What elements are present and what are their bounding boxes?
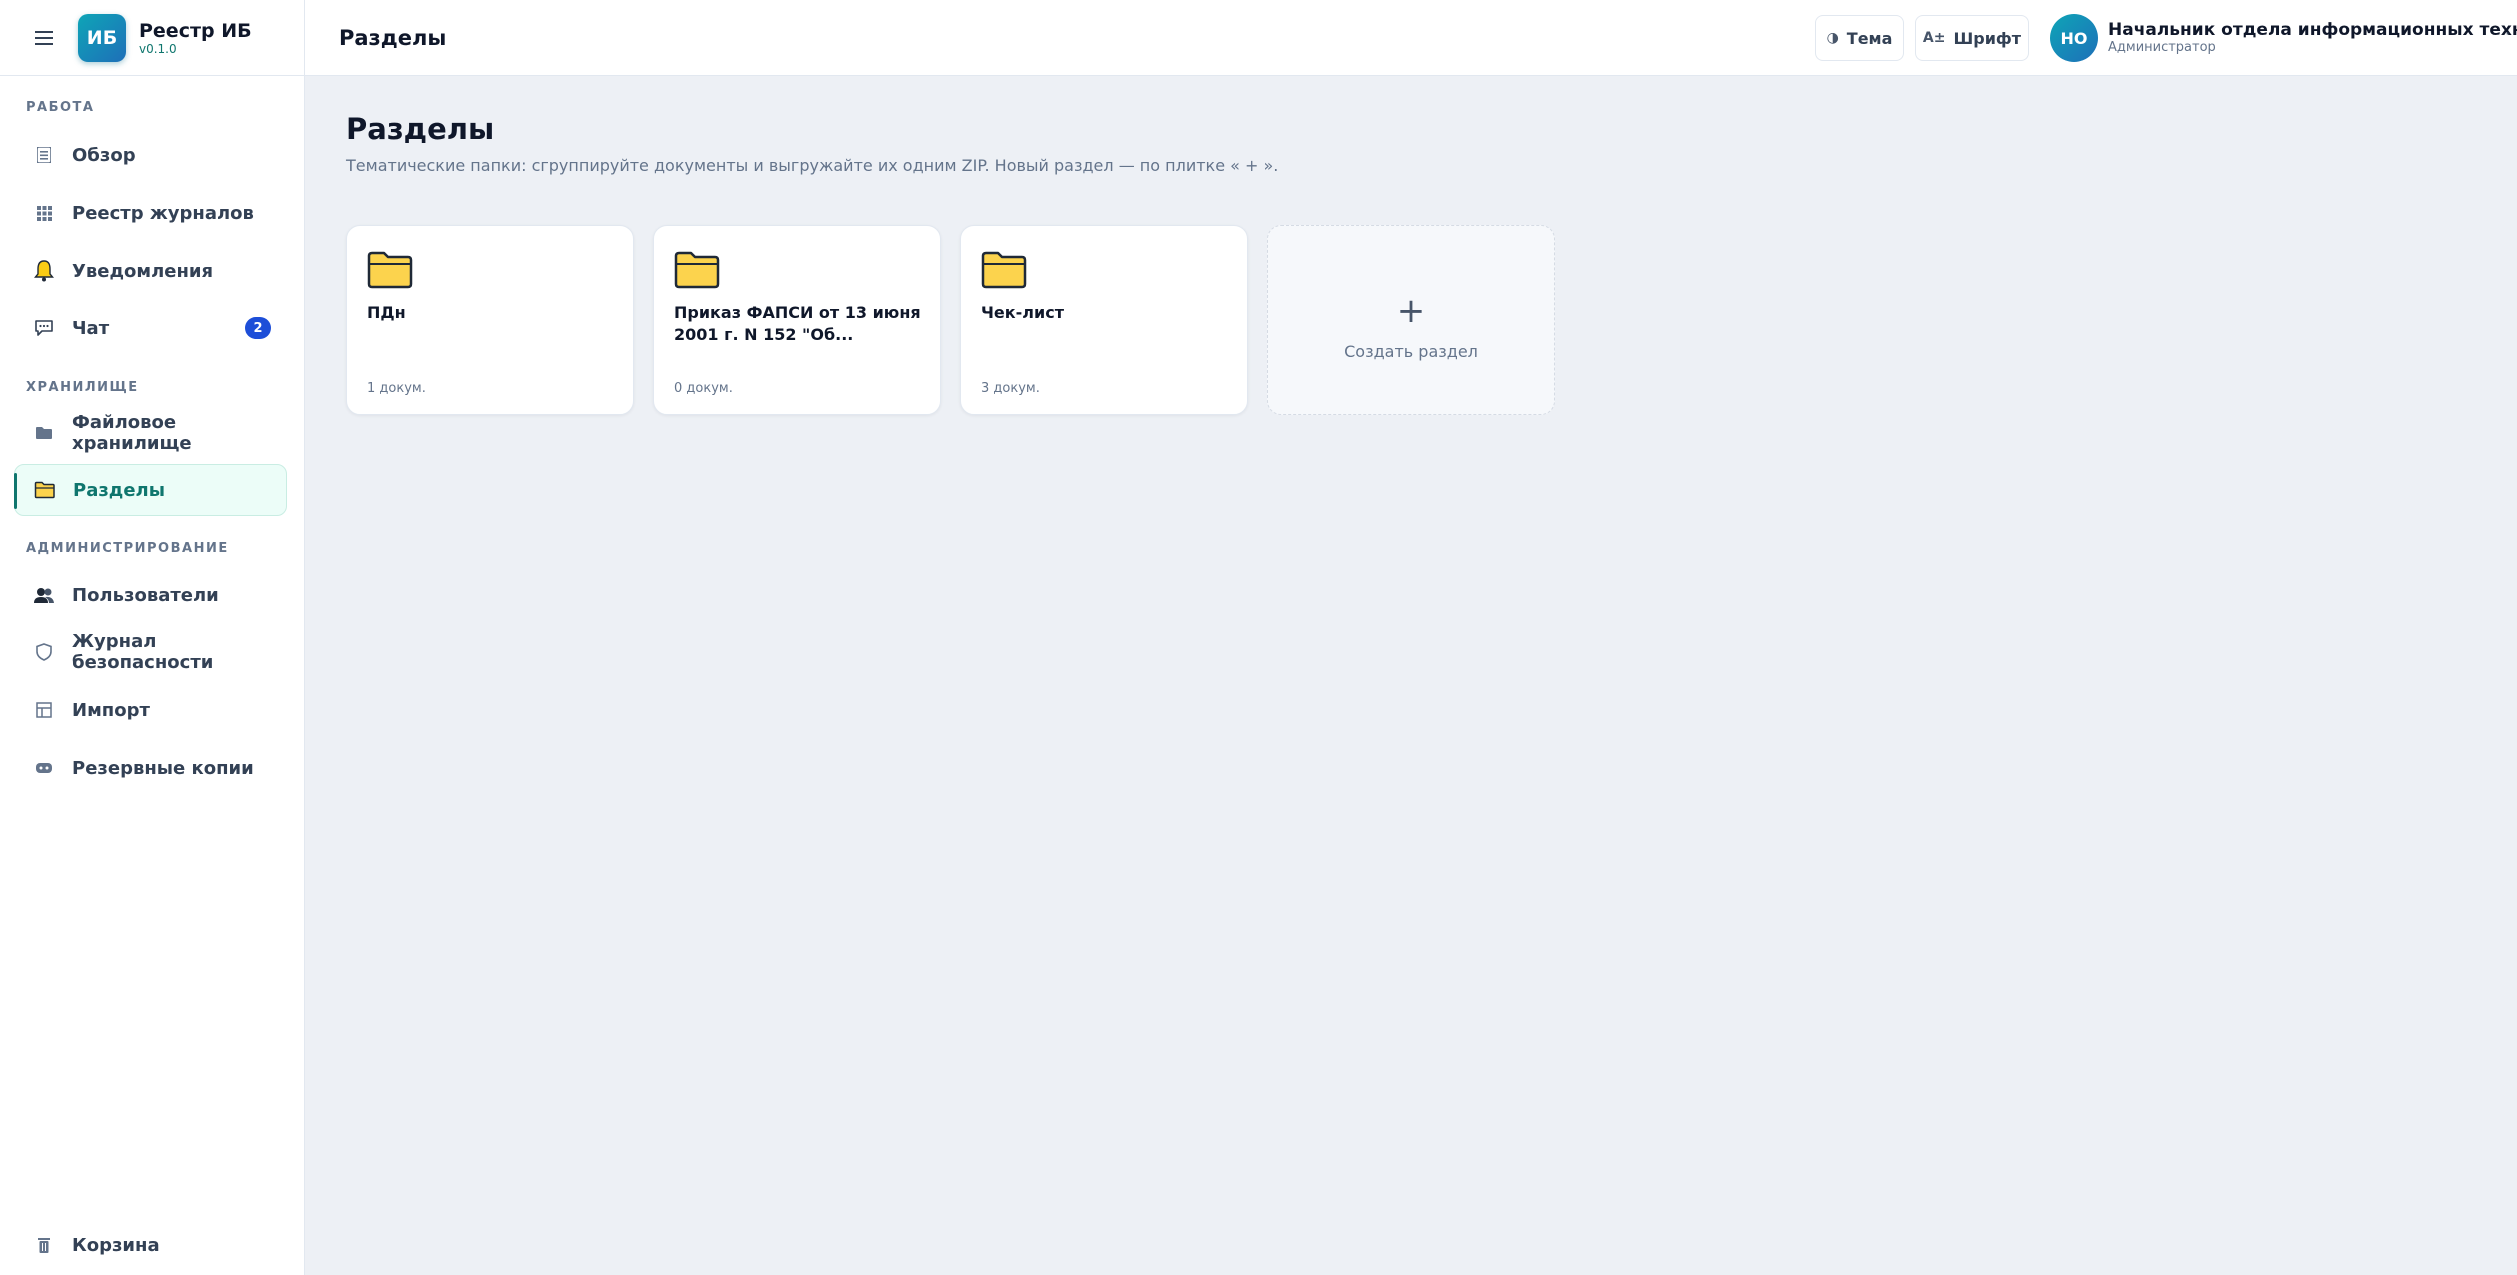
sidebar: ИБ Реестр ИБ v0.1.0 РАБОТА Обзор Реестр …	[0, 0, 305, 1275]
section-title-admin: АДМИНИСТРИРОВАНИЕ	[26, 541, 229, 556]
section-title-work: РАБОТА	[26, 100, 95, 115]
sidebar-item-users[interactable]: Пользователи	[14, 569, 287, 621]
bell-icon	[32, 259, 56, 283]
folder-open-icon	[33, 478, 57, 502]
sidebar-item-import[interactable]: Импорт	[14, 684, 287, 736]
sidebar-item-trash[interactable]: Корзина	[14, 1219, 287, 1271]
list-icon	[32, 143, 56, 167]
folder-icon	[367, 251, 413, 289]
font-button[interactable]: A± Шрифт	[1915, 15, 2029, 61]
trash-icon	[32, 1233, 56, 1257]
section-card-name: ПДн	[367, 303, 406, 322]
font-button-label: Шрифт	[1953, 28, 2022, 48]
sidebar-item-label: Пользователи	[72, 584, 219, 606]
sidebar-item-notifications[interactable]: Уведомления	[14, 245, 287, 297]
content-heading: Разделы	[346, 112, 495, 146]
sidebar-item-label: Разделы	[73, 479, 166, 501]
create-section-button[interactable]: + Создать раздел	[1267, 225, 1555, 415]
folder-icon	[32, 421, 56, 445]
sidebar-item-label: Чат	[72, 317, 110, 339]
theme-button[interactable]: ◑ Тема	[1815, 15, 1904, 61]
shield-icon	[32, 640, 56, 664]
section-card[interactable]: Приказ ФАПСИ от 13 июня 2001 г. N 152 "О…	[653, 225, 941, 415]
plus-icon: +	[1396, 291, 1426, 331]
menu-toggle-button[interactable]	[30, 24, 58, 52]
section-card[interactable]: Чек-лист 3 докум.	[960, 225, 1248, 415]
section-card-count: 0 докум.	[674, 381, 733, 396]
sidebar-item-overview[interactable]: Обзор	[14, 129, 287, 181]
folder-icon	[981, 251, 1027, 289]
sidebar-item-label: Реестр журналов	[72, 202, 254, 224]
content-subtitle: Тематические папки: сгруппируйте докумен…	[346, 156, 1279, 175]
table-icon	[32, 698, 56, 722]
section-card-count: 3 докум.	[981, 381, 1040, 396]
topbar: Разделы ◑ Тема A± Шрифт НО Начальник отд…	[305, 0, 2517, 76]
sidebar-item-chat[interactable]: Чат 2	[14, 302, 287, 354]
sidebar-item-label: Журнал безопасности	[72, 631, 214, 673]
app-logo: ИБ	[78, 14, 126, 62]
users-icon	[32, 583, 56, 607]
user-role: Администратор	[2108, 40, 2216, 55]
sidebar-item-label: Импорт	[72, 699, 150, 721]
avatar[interactable]: НО	[2050, 14, 2098, 62]
chat-icon	[32, 316, 56, 340]
section-card-name: Чек-лист	[981, 303, 1064, 322]
sidebar-item-label: Обзор	[72, 144, 136, 166]
app-name: Реестр ИБ	[139, 20, 252, 42]
folder-icon	[674, 251, 720, 289]
brand: Реестр ИБ v0.1.0	[139, 20, 252, 56]
sidebar-header: ИБ Реестр ИБ v0.1.0	[0, 0, 305, 76]
hamburger-icon	[35, 31, 53, 45]
grid-icon	[32, 201, 56, 225]
chat-unread-badge: 2	[245, 317, 271, 339]
section-card-name: Приказ ФАПСИ от 13 июня 2001 г. N 152 "О…	[674, 303, 921, 344]
section-card-count: 1 докум.	[367, 381, 426, 396]
sidebar-item-label: Корзина	[72, 1234, 160, 1256]
page-title: Разделы	[339, 26, 447, 50]
sidebar-item-label: Файловое хранилище	[72, 412, 192, 454]
app-version: v0.1.0	[139, 42, 177, 56]
user-name[interactable]: Начальник отдела информационных технолог…	[2108, 20, 2517, 40]
create-section-label: Создать раздел	[1344, 342, 1478, 361]
backup-icon	[32, 756, 56, 780]
sidebar-item-label: Уведомления	[72, 260, 214, 282]
contrast-icon: ◑	[1826, 30, 1839, 46]
chevron-down-icon[interactable]: ·	[2505, 24, 2510, 43]
section-card[interactable]: ПДн 1 докум.	[346, 225, 634, 415]
sidebar-item-file-storage[interactable]: Файловое хранилище	[14, 407, 287, 459]
theme-button-label: Тема	[1846, 28, 1893, 48]
section-title-storage: ХРАНИЛИЩЕ	[26, 380, 139, 395]
font-size-icon: A±	[1922, 30, 1946, 46]
sidebar-item-journals[interactable]: Реестр журналов	[14, 187, 287, 239]
sidebar-item-security-log[interactable]: Журнал безопасности	[14, 626, 287, 678]
sidebar-item-sections[interactable]: Разделы	[14, 464, 287, 516]
sidebar-item-backups[interactable]: Резервные копии	[14, 742, 287, 794]
sidebar-item-label: Резервные копии	[72, 757, 254, 779]
